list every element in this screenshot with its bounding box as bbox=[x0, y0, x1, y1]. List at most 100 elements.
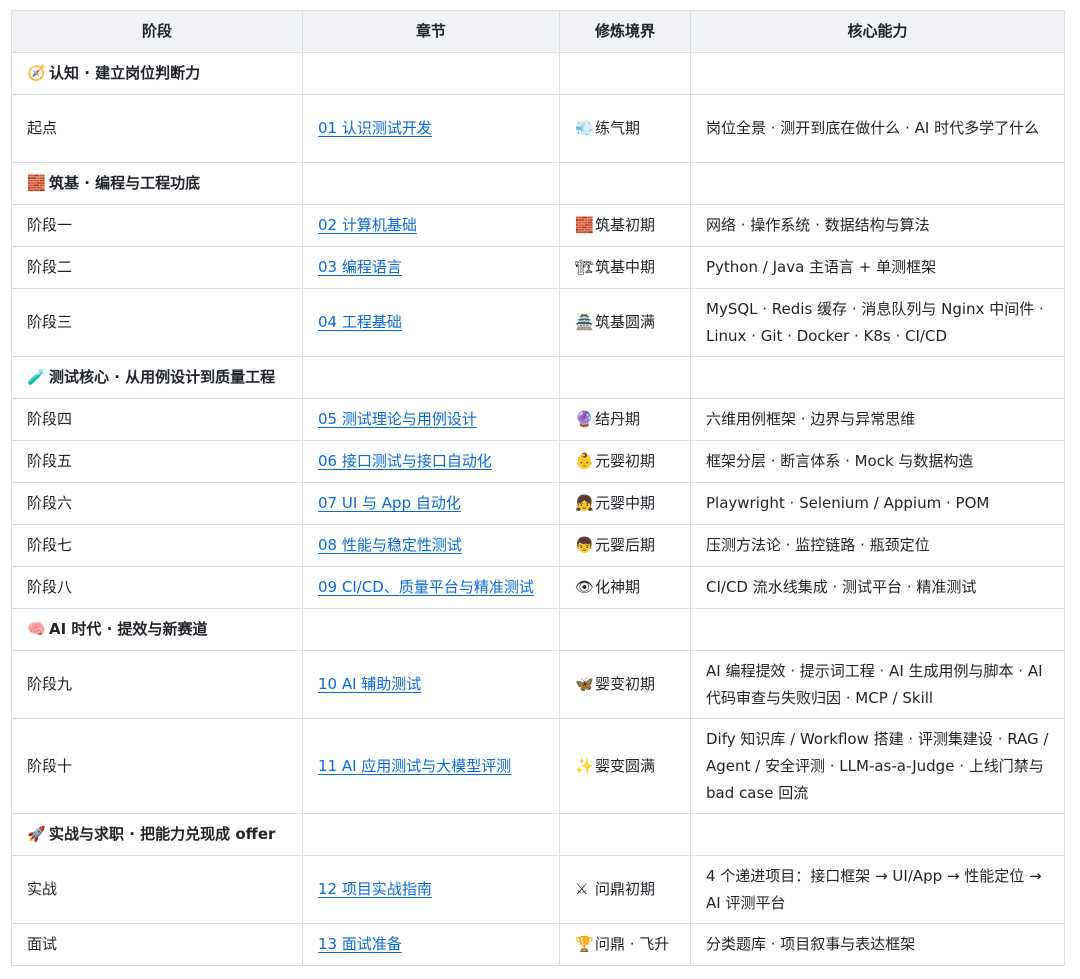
stage-cell: 起点 bbox=[11, 94, 303, 163]
realm-label: 问鼎 · 飞升 bbox=[595, 935, 670, 953]
realm-label: 练气期 bbox=[595, 119, 641, 137]
section-emoji-icon: 🧠 bbox=[27, 620, 46, 638]
ability-cell: 六维用例框架 · 边界与异常思维 bbox=[690, 398, 1065, 441]
empty-cell bbox=[690, 52, 1065, 95]
realm-cell: 🔮结丹期 bbox=[559, 398, 691, 441]
chapter-cell: 04 工程基础 bbox=[302, 288, 560, 357]
empty-cell bbox=[559, 356, 691, 399]
chapter-link[interactable]: 12 项目实战指南 bbox=[318, 880, 432, 898]
chapter-cell: 02 计算机基础 bbox=[302, 204, 560, 247]
roadmap-table: 阶段 章节 修炼境界 核心能力 🧭 认知 · 建立岗位判断力 起点 01 认识测试开发… bbox=[11, 10, 1065, 966]
realm-emoji-icon: 🧱 bbox=[575, 216, 594, 234]
realm-label: 筑基初期 bbox=[595, 216, 656, 234]
empty-cell bbox=[302, 608, 560, 651]
section-row: 🚀 实战与求职 · 把能力兑现成 offer bbox=[11, 813, 1065, 856]
chapter-cell: 03 编程语言 bbox=[302, 246, 560, 289]
header-chapter: 章节 bbox=[302, 10, 560, 53]
table-row: 面试 13 面试准备 🏆问鼎 · 飞升 分类题库 · 项目叙事与表达框架 bbox=[11, 923, 1065, 966]
realm-emoji-icon: 👧 bbox=[575, 494, 594, 512]
table-row: 阶段十 11 AI 应用测试与大模型评测 ✨婴变圆满 Dify 知识库 / Workf… bbox=[11, 718, 1065, 814]
realm-emoji-icon: 👶 bbox=[575, 452, 594, 470]
chapter-link[interactable]: 04 工程基础 bbox=[318, 313, 402, 331]
empty-cell bbox=[690, 608, 1065, 651]
empty-cell bbox=[302, 52, 560, 95]
table-row: 阶段三 04 工程基础 🏯筑基圆满 MySQL · Redis 缓存 · 消息队列与 … bbox=[11, 288, 1065, 357]
ability-cell: 岗位全景 · 测开到底在做什么 · AI 时代多学了什么 bbox=[690, 94, 1065, 163]
realm-label: 问鼎初期 bbox=[595, 880, 656, 898]
stage-cell: 阶段四 bbox=[11, 398, 303, 441]
section-row: 🧪 测试核心 · 从用例设计到质量工程 bbox=[11, 356, 1065, 399]
realm-cell: 🏆问鼎 · 飞升 bbox=[559, 923, 691, 966]
chapter-link[interactable]: 03 编程语言 bbox=[318, 258, 402, 276]
section-title-cell: 🚀 实战与求职 · 把能力兑现成 offer bbox=[11, 813, 303, 856]
header-ability: 核心能力 bbox=[690, 10, 1065, 53]
realm-cell: 👶元婴初期 bbox=[559, 440, 691, 483]
stage-cell: 阶段三 bbox=[11, 288, 303, 357]
ability-cell: 4 个递进项目：接口框架 → UI/App → 性能定位 → AI 评测平台 bbox=[690, 855, 1065, 924]
chapter-link[interactable]: 07 UI 与 App 自动化 bbox=[318, 494, 461, 512]
chapter-link[interactable]: 10 AI 辅助测试 bbox=[318, 675, 421, 693]
section-emoji-icon: 🧭 bbox=[27, 64, 46, 82]
realm-cell: 👁化神期 bbox=[559, 566, 691, 609]
chapter-link[interactable]: 09 CI/CD、质量平台与精准测试 bbox=[318, 578, 534, 596]
realm-label: 筑基中期 bbox=[595, 258, 656, 276]
realm-emoji-icon: 🏗 bbox=[575, 258, 595, 276]
header-stage: 阶段 bbox=[11, 10, 303, 53]
realm-label: 化神期 bbox=[595, 578, 641, 596]
realm-cell: ⚔ 问鼎初期 bbox=[559, 855, 691, 924]
ability-cell: 分类题库 · 项目叙事与表达框架 bbox=[690, 923, 1065, 966]
chapter-cell: 10 AI 辅助测试 bbox=[302, 650, 560, 719]
chapter-link[interactable]: 02 计算机基础 bbox=[318, 216, 417, 234]
section-title: 实战与求职 · 把能力兑现成 offer bbox=[49, 825, 276, 843]
table-row: 阶段七 08 性能与稳定性测试 👦元婴后期 压测方法论 · 监控链路 · 瓶颈定位 bbox=[11, 524, 1065, 567]
empty-cell bbox=[302, 356, 560, 399]
realm-label: 婴变圆满 bbox=[595, 756, 656, 775]
realm-label: 婴变初期 bbox=[595, 675, 656, 693]
realm-cell: 👦元婴后期 bbox=[559, 524, 691, 567]
realm-emoji-icon: 👦 bbox=[575, 536, 594, 554]
realm-cell: 👧元婴中期 bbox=[559, 482, 691, 525]
table-row: 实战 12 项目实战指南 ⚔ 问鼎初期 4 个递进项目：接口框架 → UI/App → … bbox=[11, 855, 1065, 924]
table-body: 🧭 认知 · 建立岗位判断力 起点 01 认识测试开发 💨练气期 岗位全景 · 测开到底在… bbox=[11, 52, 1065, 966]
ability-cell: 网络 · 操作系统 · 数据结构与算法 bbox=[690, 204, 1065, 247]
stage-cell: 阶段二 bbox=[11, 246, 303, 289]
section-title-cell: 🧭 认知 · 建立岗位判断力 bbox=[11, 52, 303, 95]
realm-label: 元婴中期 bbox=[595, 494, 656, 512]
chapter-cell: 13 面试准备 bbox=[302, 923, 560, 966]
chapter-cell: 09 CI/CD、质量平台与精准测试 bbox=[302, 566, 560, 609]
table-row: 阶段五 06 接口测试与接口自动化 👶元婴初期 框架分层 · 断言体系 · Mock … bbox=[11, 440, 1065, 483]
section-title-cell: 🧪 测试核心 · 从用例设计到质量工程 bbox=[11, 356, 303, 399]
chapter-link[interactable]: 11 AI 应用测试与大模型评测 bbox=[318, 757, 511, 775]
realm-label: 结丹期 bbox=[595, 410, 641, 428]
section-title: AI 时代 · 提效与新赛道 bbox=[49, 620, 208, 638]
stage-cell: 实战 bbox=[11, 855, 303, 924]
empty-cell bbox=[302, 813, 560, 856]
chapter-link[interactable]: 13 面试准备 bbox=[318, 935, 402, 953]
roadmap-table-container: 阶段 章节 修炼境界 核心能力 🧭 认知 · 建立岗位判断力 起点 01 认识测试开发… bbox=[11, 10, 1065, 966]
stage-cell: 阶段八 bbox=[11, 566, 303, 609]
realm-cell: 💨练气期 bbox=[559, 94, 691, 163]
chapter-cell: 01 认识测试开发 bbox=[302, 94, 560, 163]
chapter-cell: 07 UI 与 App 自动化 bbox=[302, 482, 560, 525]
empty-cell bbox=[559, 162, 691, 205]
realm-emoji-icon: 🏯 bbox=[575, 313, 594, 331]
table-row: 阶段八 09 CI/CD、质量平台与精准测试 👁化神期 CI/CD 流水线集成 · 测… bbox=[11, 566, 1065, 609]
section-row: 🧱 筑基 · 编程与工程功底 bbox=[11, 162, 1065, 205]
realm-emoji-icon: 🔮 bbox=[575, 410, 594, 428]
ability-cell: MySQL · Redis 缓存 · 消息队列与 Nginx 中间件 · Lin… bbox=[690, 288, 1065, 357]
chapter-link[interactable]: 05 测试理论与用例设计 bbox=[318, 410, 477, 428]
table-row: 阶段一 02 计算机基础 🧱筑基初期 网络 · 操作系统 · 数据结构与算法 bbox=[11, 204, 1065, 247]
section-row: 🧭 认知 · 建立岗位判断力 bbox=[11, 52, 1065, 95]
realm-emoji-icon: 🏆 bbox=[575, 935, 594, 953]
chapter-link[interactable]: 06 接口测试与接口自动化 bbox=[318, 452, 492, 470]
chapter-cell: 08 性能与稳定性测试 bbox=[302, 524, 560, 567]
empty-cell bbox=[690, 162, 1065, 205]
ability-cell: Dify 知识库 / Workflow 搭建 · 评测集建设 · RAG / A… bbox=[690, 718, 1065, 814]
chapter-link[interactable]: 08 性能与稳定性测试 bbox=[318, 536, 462, 554]
table-row: 阶段六 07 UI 与 App 自动化 👧元婴中期 Playwright · Sele… bbox=[11, 482, 1065, 525]
table-row: 阶段九 10 AI 辅助测试 🦋婴变初期 AI 编程提效 · 提示词工程 · AI 生… bbox=[11, 650, 1065, 719]
realm-cell: ✨婴变圆满 bbox=[559, 718, 691, 814]
chapter-link[interactable]: 01 认识测试开发 bbox=[318, 119, 432, 137]
section-emoji-icon: 🧱 bbox=[27, 174, 46, 192]
empty-cell bbox=[690, 813, 1065, 856]
